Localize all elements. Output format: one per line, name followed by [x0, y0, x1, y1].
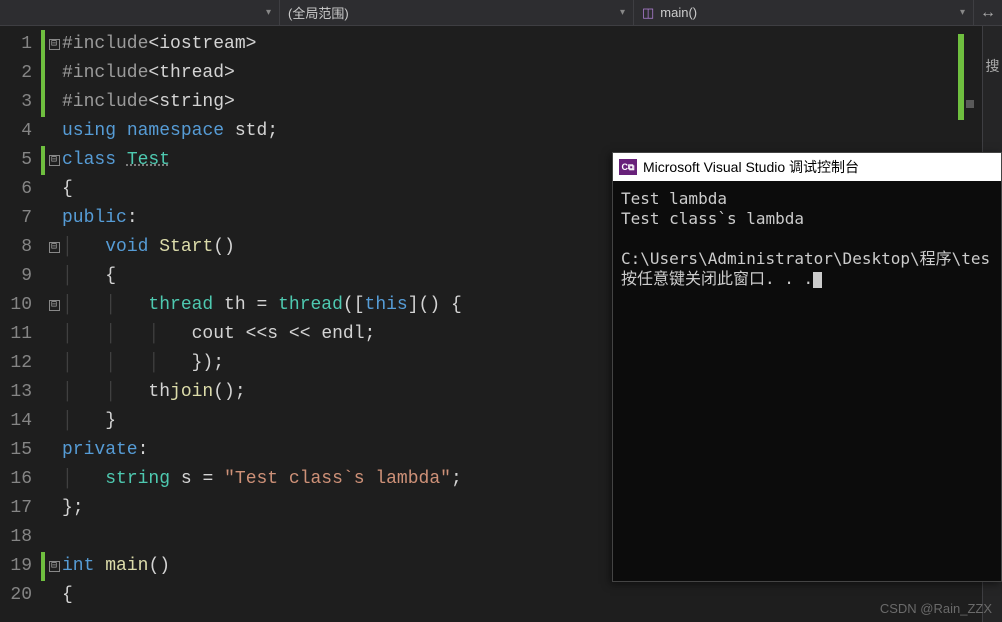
line-number: 6 — [0, 175, 32, 204]
overview-change-marker — [958, 34, 964, 120]
line-number: 17 — [0, 494, 32, 523]
line-number: 18 — [0, 523, 32, 552]
line-number-gutter: 1 2 3 4 5 6 7 8 9 10 11 12 13 14 15 16 1… — [0, 26, 40, 622]
console-title-bar[interactable]: C⧉ Microsoft Visual Studio 调试控制台 — [613, 153, 1001, 181]
fold-toggle[interactable]: ⊟ — [49, 39, 60, 50]
fold-toggle[interactable]: ⊟ — [49, 561, 60, 572]
line-number: 11 — [0, 320, 32, 349]
breadcrumb-toolbar: ▾ (全局范围) ▾ ◫ main() ▾ ↔ — [0, 0, 1002, 26]
line-number: 19 — [0, 552, 32, 581]
dd3-label: main() — [660, 5, 954, 20]
cube-icon: ◫ — [642, 5, 654, 21]
line-number: 9 — [0, 262, 32, 291]
line-number: 1 — [0, 30, 32, 59]
chevron-down-icon: ▾ — [620, 7, 625, 18]
fold-toggle[interactable]: ⊟ — [49, 242, 60, 253]
line-number: 14 — [0, 407, 32, 436]
fold-toggle[interactable]: ⊟ — [49, 155, 60, 166]
console-title: Microsoft Visual Studio 调试控制台 — [643, 157, 859, 177]
fold-toggle[interactable]: ⊟ — [49, 300, 60, 311]
split-editor-icon[interactable]: ↔ — [974, 4, 1002, 22]
chevron-down-icon: ▾ — [266, 7, 271, 18]
line-number: 3 — [0, 88, 32, 117]
chevron-down-icon: ▾ — [960, 7, 965, 18]
line-number: 8 — [0, 233, 32, 262]
overview-scroll-marker[interactable] — [966, 100, 974, 108]
line-number: 10 — [0, 291, 32, 320]
console-output: Test lambda Test class`s lambda C:\Users… — [613, 181, 1001, 297]
line-number: 2 — [0, 59, 32, 88]
watermark: CSDN @Rain_ZZX — [880, 601, 992, 616]
line-number: 12 — [0, 349, 32, 378]
debug-console-window[interactable]: C⧉ Microsoft Visual Studio 调试控制台 Test la… — [612, 152, 1002, 582]
dd2-label: (全局范围) — [288, 3, 614, 22]
console-cursor — [813, 272, 822, 288]
folding-gutter: ⊟ ⊟ ⊟ ⊟ ⊟ — [46, 26, 62, 622]
scope-dropdown-2[interactable]: (全局范围) ▾ — [280, 0, 634, 25]
search-tab-label[interactable]: 搜 — [983, 26, 1002, 76]
vs-icon: C⧉ — [619, 159, 637, 175]
function-dropdown[interactable]: ◫ main() ▾ — [634, 0, 974, 25]
line-number: 5 — [0, 146, 32, 175]
line-number: 20 — [0, 581, 32, 610]
line-number: 7 — [0, 204, 32, 233]
scope-dropdown-1[interactable]: ▾ — [0, 0, 280, 25]
line-number: 13 — [0, 378, 32, 407]
line-number: 16 — [0, 465, 32, 494]
line-number: 4 — [0, 117, 32, 146]
line-number: 15 — [0, 436, 32, 465]
